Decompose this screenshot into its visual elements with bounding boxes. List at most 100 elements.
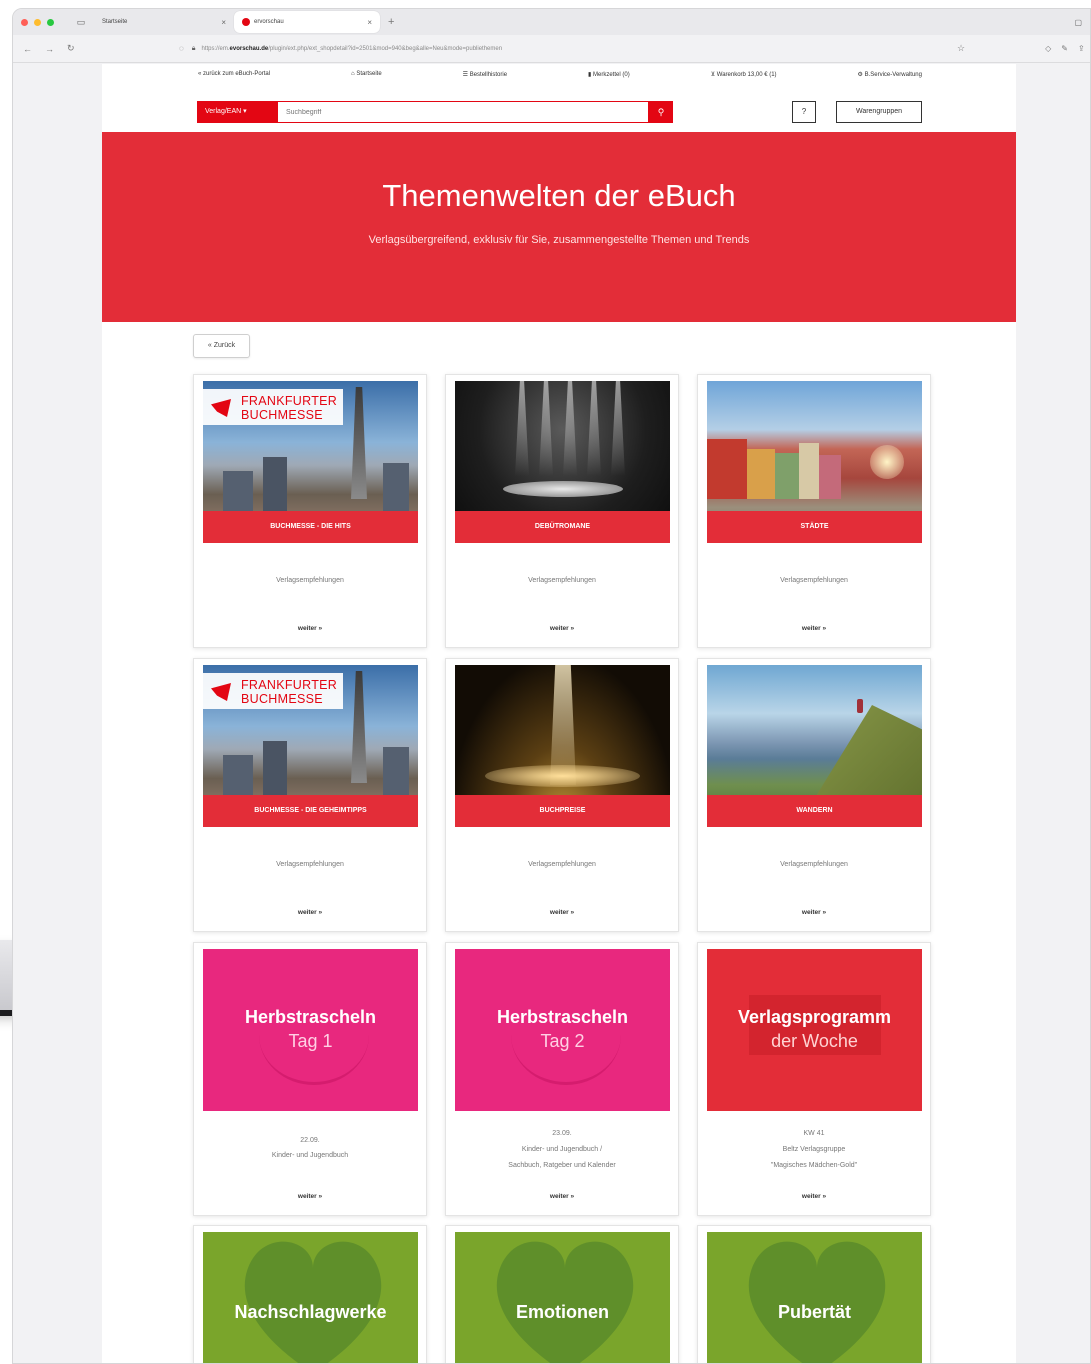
tile-title: Pubertät: [777, 1302, 851, 1322]
back-to-portal-link[interactable]: « zurück zum eBuch-Portal: [198, 71, 270, 77]
tower-graphic: [351, 387, 367, 499]
lock-icon[interactable]: 🔒︎: [192, 45, 196, 53]
card-more-link[interactable]: weiter »: [446, 625, 678, 632]
url-path: /plugin/ext.php/ext_shopdetail?id=2501&m…: [268, 45, 503, 52]
search-type-select[interactable]: Verlag/EAN ▾: [197, 101, 277, 123]
card-week: KW 41: [803, 1130, 825, 1137]
back-arrow-icon[interactable]: ←: [23, 44, 45, 54]
search-row: Verlag/EAN ▾ ⚲ ? Warengruppen: [102, 84, 1016, 128]
extension-icon[interactable]: ✎: [1061, 44, 1068, 53]
nav-notes-label: Merkzettel (0): [593, 71, 630, 78]
tab-startseite[interactable]: Startseite ×: [94, 11, 234, 33]
card-more-link[interactable]: weiter »: [698, 625, 930, 632]
nav-home-link[interactable]: ⌂ Startseite: [351, 71, 382, 77]
card-more-link[interactable]: weiter »: [698, 909, 930, 916]
tab-evorschau[interactable]: ervorschau ×: [234, 11, 380, 33]
card-banner: WANDERN: [707, 795, 922, 827]
card-subtitle: Verlagsempfehlungen: [780, 861, 848, 868]
extension-icons: ◇ ✎ ⇪: [1045, 44, 1085, 53]
card-subtitle: Beltz Verlagsgruppe: [782, 1146, 846, 1153]
card-image: Herbstrascheln Tag 1: [203, 949, 418, 1111]
pocket-icon[interactable]: ◇: [1045, 44, 1051, 53]
theme-card-pubertaet[interactable]: Pubertät: [697, 1225, 931, 1364]
tile-title: Herbstrascheln: [496, 1007, 629, 1027]
theme-card-debuetromane[interactable]: DEBÜTROMANE Verlagsempfehlungen weiter »: [445, 374, 679, 648]
theme-card-herbstrascheln-2[interactable]: Herbstrascheln Tag 2 23.09. Kinder- und …: [445, 942, 679, 1216]
heart-graphic: [243, 1238, 383, 1364]
forward-arrow-icon[interactable]: →: [45, 44, 67, 54]
card-image: Herbstrascheln Tag 2: [455, 949, 670, 1111]
tile-title: Nachschlagwerke: [234, 1302, 387, 1322]
card-image: FRANKFURTER BUCHMESSE BUCHMESSE - DIE HIT…: [203, 381, 418, 543]
nav-service-label: B.Service-Verwaltung: [864, 71, 922, 78]
share-icon[interactable]: ⇪: [1078, 44, 1085, 53]
card-date: 22.09.: [300, 1137, 320, 1144]
card-more-link[interactable]: weiter »: [194, 909, 426, 916]
shield-icon[interactable]: ◌: [179, 44, 184, 53]
card-image: Pubertät: [707, 1232, 922, 1364]
close-tab-icon[interactable]: ×: [367, 18, 372, 27]
card-subtitle: Verlagsempfehlungen: [780, 577, 848, 584]
tab-title: Startseite: [102, 19, 128, 25]
tab-bar: ▭ Startseite × ervorschau × + ▢: [13, 9, 1090, 35]
theme-card-nachschlagwerke[interactable]: Nachschlagwerke: [193, 1225, 427, 1364]
card-subtitle: Verlagsempfehlungen: [276, 861, 344, 868]
url-domain: evorschau.de: [229, 45, 269, 52]
heart-graphic: [747, 1238, 887, 1364]
card-subtitle-2: "Magisches Mädchen-Gold": [770, 1162, 858, 1169]
tab-overview-icon[interactable]: ▢: [1074, 18, 1082, 27]
theme-card-buchmesse-geheimtipps[interactable]: FRANKFURTER BUCHMESSE BUCHMESSE - DIE GEH…: [193, 658, 427, 932]
theme-card-emotionen[interactable]: Emotionen: [445, 1225, 679, 1363]
maximize-window-button[interactable]: [47, 18, 54, 26]
theme-card-verlagsprogramm[interactable]: Verlagsprogramm der Woche KW 41 Beltz Ve…: [697, 942, 931, 1216]
theme-card-buchmesse-hits[interactable]: FRANKFURTER BUCHMESSE BUCHMESSE - DIE HIT…: [193, 374, 427, 648]
card-subtitle: Verlagsempfehlungen: [276, 577, 344, 584]
search-icon: ⚲: [657, 107, 665, 117]
card-image: FRANKFURTER BUCHMESSE BUCHMESSE - DIE GEH…: [203, 665, 418, 827]
card-subtitle: Verlagsempfehlungen: [528, 861, 596, 868]
card-date: 23.09.: [552, 1130, 572, 1137]
nav-service-link[interactable]: ⚙ B.Service-Verwaltung: [858, 71, 922, 78]
card-more-link[interactable]: weiter »: [698, 1193, 930, 1200]
search-button[interactable]: ⚲: [649, 101, 673, 123]
nav-notes-link[interactable]: ▮ Merkzettel (0): [588, 71, 630, 78]
help-button[interactable]: ?: [792, 101, 816, 123]
theme-card-staedte[interactable]: STÄDTE Verlagsempfehlungen weiter »: [697, 374, 931, 648]
card-image: STÄDTE: [707, 381, 922, 543]
close-tab-icon[interactable]: ×: [221, 18, 226, 27]
chevron-down-icon: ▾: [243, 108, 247, 115]
theme-card-buchpreise[interactable]: BUCHPREISE Verlagsempfehlungen weiter »: [445, 658, 679, 932]
card-more-link[interactable]: weiter »: [446, 909, 678, 916]
card-more-link[interactable]: weiter »: [446, 1193, 678, 1200]
card-image: Verlagsprogramm der Woche: [707, 949, 922, 1111]
reload-icon[interactable]: ↻: [67, 43, 89, 54]
url-bar: ← → ↻ ◌ 🔒︎ https://em. evorschau.de/plugi…: [13, 35, 1090, 63]
page-subtitle: Verlagsübergreifend, exklusiv für Sie, z…: [368, 234, 750, 246]
warengruppen-button[interactable]: Warengruppen: [836, 101, 922, 123]
tile-subtitle: Tag 2: [540, 1031, 585, 1051]
card-more-link[interactable]: weiter »: [194, 625, 426, 632]
card-subtitle: Kinder- und Jugendbuch: [271, 1152, 349, 1159]
gear-icon: ⚙: [857, 71, 865, 78]
hero-banner: Themenwelten der eBuch Verlagsübergreife…: [102, 132, 1016, 322]
card-more-link[interactable]: weiter »: [194, 1193, 426, 1200]
back-button[interactable]: « Zurück: [193, 334, 250, 358]
new-tab-button[interactable]: +: [388, 16, 394, 28]
tile-subtitle: der Woche: [771, 1031, 858, 1051]
search-type-label: Verlag/EAN: [205, 108, 242, 115]
nav-cart-link[interactable]: ⊻ Warenkorb 13,00 € (1): [711, 71, 777, 78]
tile-title: Verlagsprogramm: [737, 1007, 892, 1027]
bookmark-star-icon[interactable]: ☆: [957, 43, 965, 54]
close-window-button[interactable]: [21, 18, 28, 26]
address-field[interactable]: ◌ 🔒︎ https://em. evorschau.de/plugin/ext.…: [179, 40, 949, 58]
nav-orders-link[interactable]: ☰ Bestellhistorie: [463, 71, 507, 78]
theme-card-herbstrascheln-1[interactable]: Herbstrascheln Tag 1 22.09. Kinder- und …: [193, 942, 427, 1216]
card-banner: BUCHMESSE - DIE GEHEIMTIPPS: [203, 795, 418, 827]
tile-title: Emotionen: [516, 1302, 609, 1322]
minimize-window-button[interactable]: [34, 18, 41, 26]
theme-card-wandern[interactable]: WANDERN Verlagsempfehlungen weiter »: [697, 658, 931, 932]
search-input[interactable]: [277, 101, 649, 123]
stage-graphic: [503, 481, 623, 497]
glow-graphic: [485, 765, 640, 787]
sidebar-toggle-icon[interactable]: ▭: [74, 17, 88, 28]
